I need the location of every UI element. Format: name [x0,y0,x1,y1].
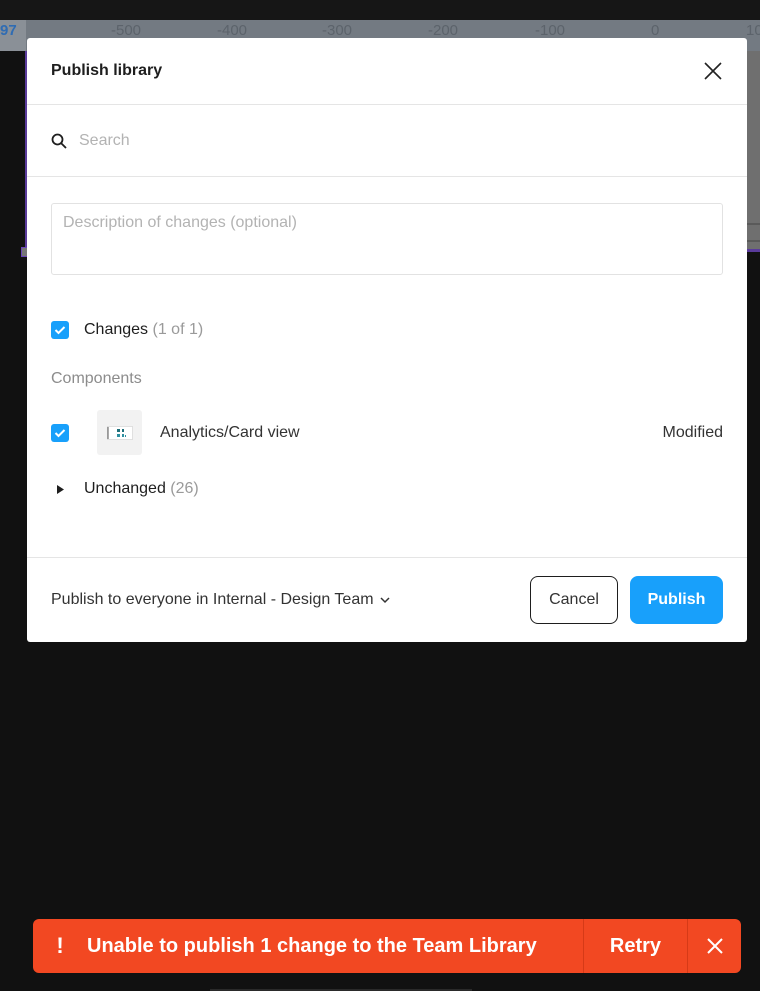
unchanged-toggle[interactable]: Unchanged (26) [51,480,199,498]
modal-title: Publish library [51,62,163,79]
component-checkbox[interactable] [51,423,69,442]
chevron-down-icon [380,596,390,604]
cancel-button[interactable]: Cancel [530,576,618,624]
ruler-tick: 10 [746,22,760,39]
retry-button[interactable]: Retry [583,919,687,973]
unchanged-count: (26) [170,480,199,497]
toast-close-button[interactable] [687,919,741,973]
modal-footer: Publish to everyone in Internal - Design… [27,557,747,642]
changes-count: (1 of 1) [152,321,204,338]
close-button[interactable] [699,57,727,85]
alert-icon: ! [56,933,64,958]
ruler-tick: -500 [111,22,142,39]
card-view-thumbnail-icon [106,425,133,440]
ruler-tick: -200 [428,22,459,39]
selected-frame-edge [0,51,27,257]
checkmark-icon [54,326,66,335]
changes-checkbox[interactable] [51,321,69,339]
component-list-item: Analytics/Card view Modified [51,410,723,455]
publish-scope-label: Publish to everyone in Internal - Design… [51,591,374,608]
close-icon [706,938,723,954]
toast-message: Unable to publish 1 change to the Team L… [87,934,537,957]
search-icon [51,133,67,149]
changes-title: Changes [84,321,149,338]
component-thumbnail [97,410,142,455]
ruler-tick: -300 [322,22,353,39]
ruler-corner-value: 97 [0,20,26,51]
caret-right-icon [55,484,65,494]
editor-top-bar [0,0,760,20]
canvas-frame-preview [747,51,760,252]
search-bar [27,105,747,177]
unchanged-label: Unchanged (26) [84,480,199,498]
changes-label: Changes (1 of 1) [84,321,203,339]
changes-header: Changes (1 of 1) [51,321,203,339]
unchanged-title: Unchanged [84,480,166,497]
description-input[interactable] [51,203,723,275]
checkmark-icon [54,428,66,437]
ruler-tick: 0 [651,22,660,39]
component-status: Modified [662,423,723,441]
ruler-tick: -100 [535,22,566,39]
ruler-tick: -400 [217,22,248,39]
publish-library-modal: Publish library Changes (1 of 1) Compone… [27,38,747,642]
component-name: Analytics/Card view [160,423,300,441]
modal-header: Publish library [27,38,747,105]
search-input[interactable] [79,131,679,150]
close-icon [704,62,722,80]
publish-button[interactable]: Publish [630,576,723,624]
components-section-label: Components [51,370,142,387]
error-toast: ! Unable to publish 1 change to the Team… [33,919,741,973]
publish-scope-dropdown[interactable]: Publish to everyone in Internal - Design… [51,591,390,609]
